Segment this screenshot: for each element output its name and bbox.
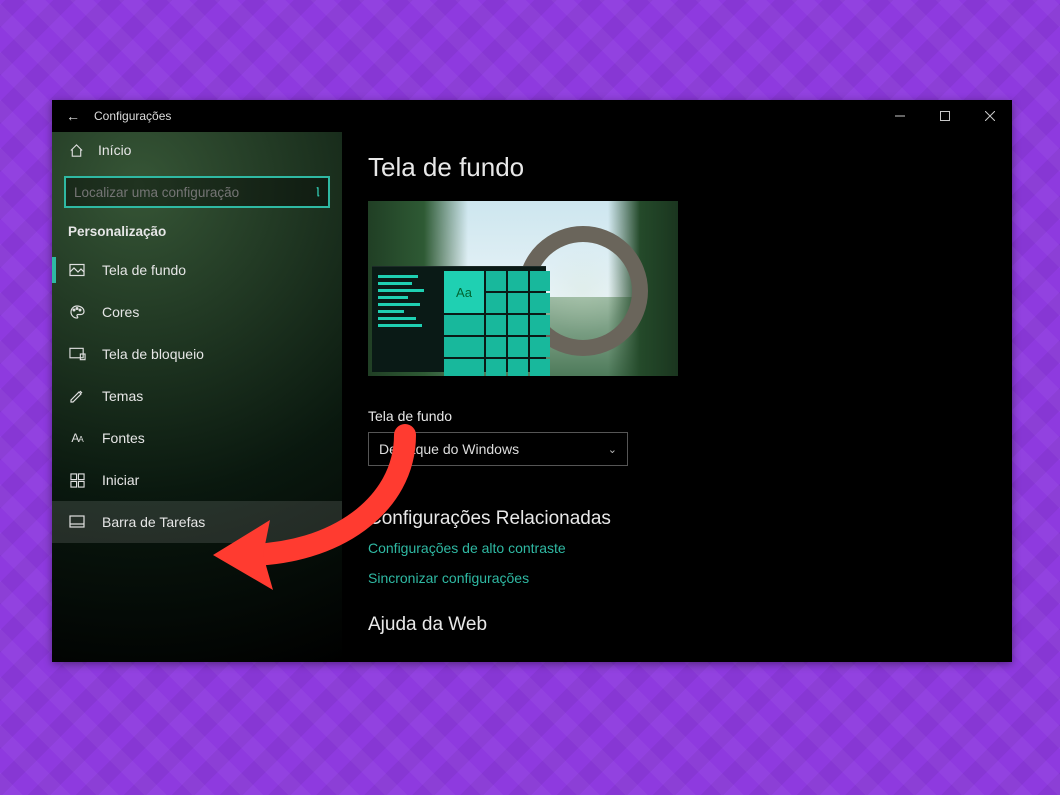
link-sync-settings[interactable]: Sincronizar configurações: [368, 570, 986, 586]
content-pane: Tela de fundo Aa Tela de fundo: [342, 132, 1012, 662]
window-title: Configurações: [94, 109, 171, 123]
sidebar-item-label: Tela de fundo: [102, 262, 186, 278]
sidebar-item-background[interactable]: Tela de fundo: [52, 249, 342, 291]
sidebar-home[interactable]: Início: [52, 132, 342, 168]
search-input[interactable]: [64, 176, 330, 208]
sidebar-nav: Tela de fundo Cores Tela de bloqueio: [52, 249, 342, 543]
maximize-button[interactable]: [922, 100, 967, 132]
settings-window: ← Configurações Início: [52, 100, 1012, 662]
palette-icon: [68, 304, 86, 320]
sidebar-item-colors[interactable]: Cores: [52, 291, 342, 333]
sidebar-item-label: Tela de bloqueio: [102, 346, 204, 362]
minimize-button[interactable]: [877, 100, 922, 132]
search-icon: Ⲓ: [316, 184, 320, 201]
preview-tile-aa: Aa: [444, 271, 484, 313]
sidebar-item-lockscreen[interactable]: Tela de bloqueio: [52, 333, 342, 375]
start-icon: [68, 473, 86, 488]
back-button[interactable]: ←: [52, 108, 94, 124]
web-help-heading: Ajuda da Web: [368, 614, 986, 636]
background-label: Tela de fundo: [368, 408, 986, 424]
lockscreen-icon: [68, 346, 86, 362]
fonts-icon: AA: [68, 431, 86, 445]
sidebar-item-taskbar[interactable]: Barra de Tarefas: [52, 501, 342, 543]
sidebar-item-start[interactable]: Iniciar: [52, 459, 342, 501]
taskbar-icon: [68, 515, 86, 529]
sidebar-section-title: Personalização: [52, 220, 342, 249]
picture-icon: [68, 262, 86, 278]
background-dropdown[interactable]: Destaque do Windows ⌄: [368, 432, 628, 466]
window-controls: [877, 100, 1012, 132]
desktop-preview: Aa: [368, 201, 678, 376]
page-title: Tela de fundo: [368, 152, 986, 183]
sidebar-home-label: Início: [98, 142, 131, 158]
sidebar-item-fonts[interactable]: AA Fontes: [52, 417, 342, 459]
related-settings-heading: Configurações Relacionadas: [368, 508, 986, 530]
sidebar-item-label: Cores: [102, 304, 139, 320]
themes-icon: [68, 388, 86, 404]
sidebar-item-themes[interactable]: Temas: [52, 375, 342, 417]
background-dropdown-value: Destaque do Windows: [379, 441, 519, 457]
link-high-contrast[interactable]: Configurações de alto contraste: [368, 540, 986, 556]
sidebar-item-label: Iniciar: [102, 472, 139, 488]
home-icon: [68, 143, 84, 158]
sidebar-item-label: Barra de Tarefas: [102, 514, 205, 530]
sidebar-item-label: Fontes: [102, 430, 145, 446]
chevron-down-icon: ⌄: [608, 443, 617, 456]
sidebar: Início Ⲓ Personalização Tela de fundo: [52, 132, 342, 662]
titlebar: ← Configurações: [52, 100, 1012, 132]
sidebar-item-label: Temas: [102, 388, 143, 404]
close-button[interactable]: [967, 100, 1012, 132]
